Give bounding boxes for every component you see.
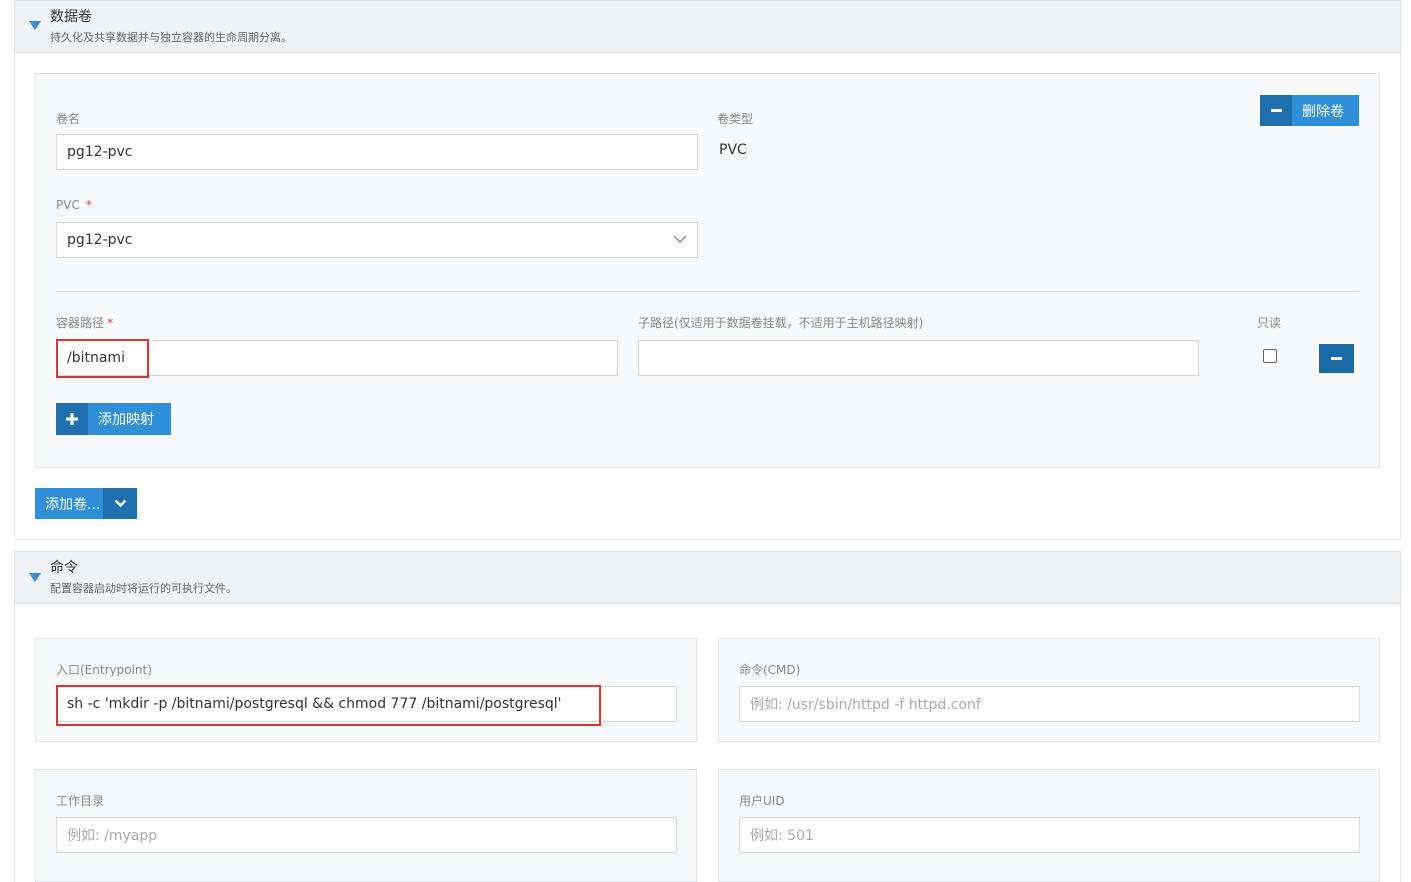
triangle-down-icon[interactable] (29, 21, 41, 30)
delete-volume-label: 删除卷 (1302, 103, 1344, 120)
chevron-down-icon (673, 232, 687, 248)
cmd-card: 命令(CMD) 例如: /usr/sbin/httpd -f httpd.con… (718, 638, 1380, 742)
uid-placeholder: 例如: 501 (750, 828, 814, 844)
section-description: 持久化及共享数据并与独立容器的生命周期分离。 (50, 31, 292, 44)
chevron-down-icon[interactable] (103, 488, 137, 519)
uid-label: 用户UID (739, 794, 785, 808)
readonly-checkbox[interactable] (1263, 349, 1277, 363)
volume-name-value: pg12-pvc (67, 144, 133, 160)
minus-icon (1331, 344, 1342, 373)
add-volume-button[interactable]: 添加卷... (35, 488, 137, 519)
uid-card: 用户UID 例如: 501 (718, 769, 1380, 882)
workdir-input[interactable]: 例如: /myapp (56, 817, 677, 853)
cmd-label: 命令(CMD) (739, 663, 801, 677)
pvc-selected-value: pg12-pvc (67, 232, 133, 248)
readonly-label: 只读 (1257, 316, 1282, 330)
volumes-section-header[interactable]: 数据卷 持久化及共享数据并与独立容器的生命周期分离。 (14, 0, 1401, 53)
plus-icon (56, 403, 88, 435)
remove-mapping-button[interactable] (1319, 344, 1354, 373)
triangle-down-icon[interactable] (29, 573, 41, 582)
workdir-card: 工作目录 例如: /myapp (35, 769, 697, 882)
highlight-box (56, 339, 149, 378)
uid-input[interactable]: 例如: 501 (739, 817, 1360, 853)
command-section-header[interactable]: 命令 配置容器启动时将运行的可执行文件。 (14, 551, 1401, 604)
section-title: 数据卷 (50, 9, 92, 25)
pvc-select[interactable]: pg12-pvc (56, 222, 698, 258)
divider (56, 291, 1359, 292)
workdir-label: 工作目录 (56, 794, 105, 808)
subpath-label: 子路径(仅适用于数据卷挂载，不适用于主机路径映射) (638, 316, 924, 330)
delete-volume-button[interactable]: 删除卷 (1260, 95, 1359, 126)
volume-name-label: 卷名 (56, 112, 81, 126)
container-path-label: 容器路径 * (56, 316, 114, 330)
add-mapping-label: 添加映射 (98, 412, 154, 428)
section-description: 配置容器启动时将运行的可执行文件。 (50, 582, 237, 595)
volume-name-input[interactable]: pg12-pvc (56, 134, 698, 170)
add-mapping-button[interactable]: 添加映射 (56, 403, 171, 435)
entrypoint-label: 入口(Entrypoint) (56, 663, 152, 677)
volume-type-value: PVC (719, 142, 747, 158)
volume-card: 卷名 pg12-pvc 卷类型 PVC 删除卷 PVC * pg12-pvc 容器… (35, 73, 1380, 468)
entrypoint-card: 入口(Entrypoint) sh -c 'mkdir -p /bitnami/… (35, 638, 697, 742)
minus-icon (1260, 95, 1292, 126)
add-volume-label: 添加卷... (45, 496, 101, 513)
subpath-input[interactable] (638, 340, 1199, 376)
workdir-placeholder: 例如: /myapp (67, 828, 158, 844)
cmd-input[interactable]: 例如: /usr/sbin/httpd -f httpd.conf (739, 686, 1360, 722)
cmd-placeholder: 例如: /usr/sbin/httpd -f httpd.conf (750, 697, 981, 713)
pvc-label: PVC * (56, 198, 92, 212)
highlight-box (56, 685, 601, 726)
volume-type-label: 卷类型 (717, 112, 754, 126)
section-title: 命令 (50, 560, 78, 576)
